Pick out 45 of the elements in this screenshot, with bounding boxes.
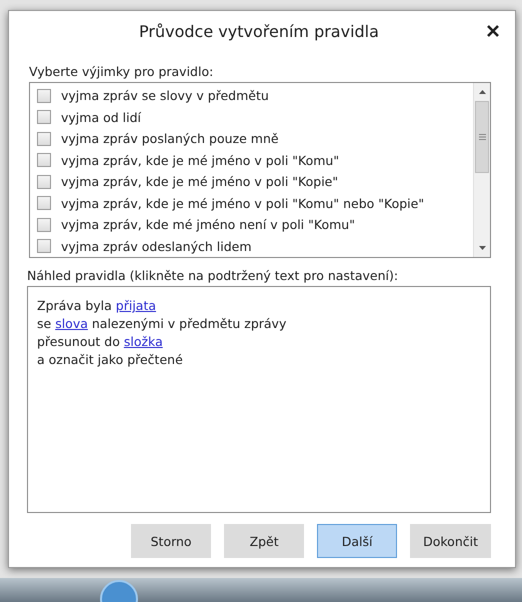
exception-label: vyjma zpráv poslaných pouze mně [61,131,279,146]
rule-line: přesunout do složka [37,333,164,351]
rule-line: Zpráva byla přijata [37,297,158,315]
exception-item[interactable]: vyjma zpráv, kde mé jméno není v poli "Komu" [30,214,473,236]
close-button[interactable] [485,23,501,39]
dialog-button[interactable]: Dokončit [410,524,491,558]
exception-item[interactable]: vyjma zpráv se slovy v předmětu [30,85,473,106]
rule-line: a označit jako přečtené [37,351,184,369]
rule-line: se slova nalezenými v předmětu zprávy [37,315,288,333]
dialog-button[interactable]: Storno [131,524,212,558]
exception-label: vyjma zpráv, kde mé jméno není v poli "Komu" [61,217,355,232]
checkbox[interactable] [37,196,51,210]
link[interactable]: složka [124,334,163,349]
checkbox[interactable] [37,239,51,254]
scroll-up-icon[interactable] [478,90,486,94]
checkbox[interactable] [37,218,51,232]
exception-label: vyjma zpráv, kde je mé jméno v poli "Komu" [61,152,340,168]
dialog-button[interactable]: Zpět [224,524,304,558]
dialog-button[interactable]: Další [317,524,398,558]
checkbox[interactable] [37,132,51,146]
scrollbar[interactable] [473,83,490,257]
exception-label: vyjma zpráv, kde je mé jméno v poli "Komu" nebo "Kopie" [61,196,424,211]
exception-label: vyjma zpráv odeslaných lidem [61,238,252,254]
checkbox[interactable] [37,153,51,168]
checkbox[interactable] [37,174,51,189]
checkbox[interactable] [37,88,51,103]
dialog-title: Průvodce vytvořením pravidla [139,22,379,40]
exception-item[interactable]: vyjma zpráv poslaných pouze mně [30,128,473,150]
exception-item[interactable]: vyjma od lidí [30,106,473,128]
link[interactable]: přijata [116,298,156,313]
exception-item[interactable]: vyjma zpráv, kde je mé jméno v poli "Komu" nebo "Kopie" [30,192,473,214]
close-icon [487,25,499,37]
scroll-down-icon[interactable] [478,246,486,250]
checkbox[interactable] [37,110,51,124]
grip-icon [478,134,486,140]
exception-label: vyjma zpráv, kde je mé jméno v poli "Kopie" [61,174,338,190]
exception-item[interactable]: vyjma zpráv odeslaných lidem [30,236,473,257]
exception-item[interactable]: vyjma zpráv, kde je mé jméno v poli "Kopie" [30,171,473,192]
exception-label: vyjma od lidí [61,110,141,125]
exception-label: vyjma zpráv se slovy v předmětu [61,88,269,104]
section-label: Náhled pravidla (klikněte na podtržený text pro nastavení): [27,268,400,283]
exception-item[interactable]: vyjma zpráv, kde je mé jméno v poli "Komu" [30,150,473,171]
scroll-thumb[interactable] [475,101,489,173]
section-label: Vyberte výjimky pro pravidlo: [29,64,214,79]
link[interactable]: slova [55,316,88,331]
